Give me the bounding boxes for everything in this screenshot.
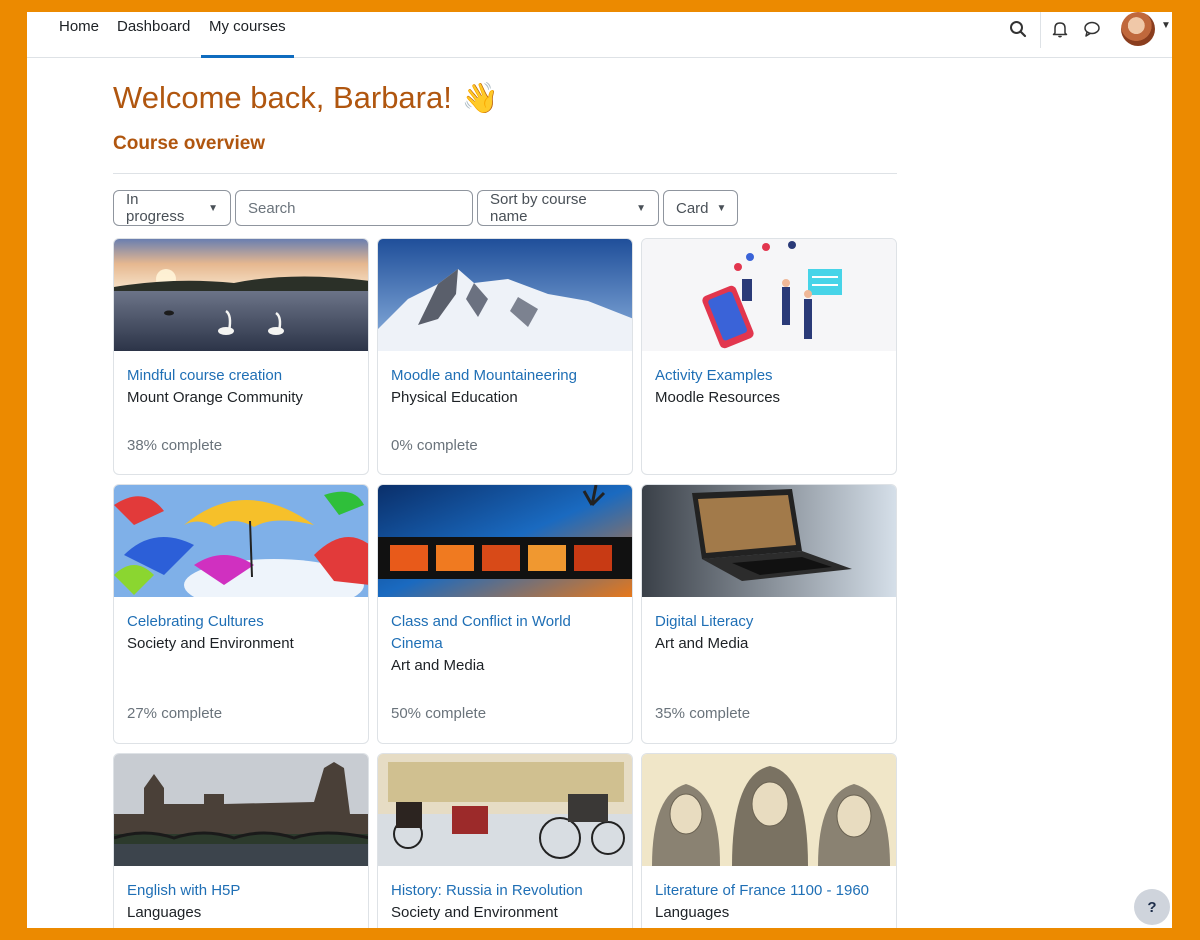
nav-dashboard[interactable]: Dashboard xyxy=(109,12,198,58)
course-progress: 35% complete xyxy=(655,705,751,722)
chevron-down-icon[interactable]: ▼ xyxy=(1161,20,1171,31)
course-category: Languages xyxy=(127,904,202,921)
course-progress: 0% complete xyxy=(391,437,478,454)
top-navbar: Home Dashboard My courses ▼ xyxy=(27,12,1172,58)
search-icon[interactable] xyxy=(1007,18,1029,40)
course-category: Art and Media xyxy=(655,635,749,652)
chevron-down-icon: ▼ xyxy=(208,202,218,214)
course-category: Society and Environment xyxy=(127,635,294,652)
course-category: Moodle Resources xyxy=(655,389,781,406)
nav-home[interactable]: Home xyxy=(51,12,107,58)
course-image-london[interactable] xyxy=(114,754,368,866)
course-title[interactable]: History: Russia in Revolution xyxy=(391,880,616,902)
page-title: Welcome back, Barbara! 👋 xyxy=(113,80,499,116)
course-card[interactable]: Celebrating Cultures Society and Environ… xyxy=(113,484,369,744)
course-progress: 50% complete xyxy=(391,705,487,722)
course-category: Art and Media xyxy=(391,657,485,674)
sort-label: Sort by course name xyxy=(490,191,587,225)
course-card[interactable]: Mindful course creation Mount Orange Com… xyxy=(113,238,369,475)
avatar[interactable] xyxy=(1121,12,1155,46)
course-image-activity-illustration[interactable] xyxy=(642,239,896,351)
course-image-carriage[interactable] xyxy=(378,754,632,866)
course-title[interactable]: Mindful course creation xyxy=(127,365,352,387)
course-title[interactable]: Activity Examples xyxy=(655,365,880,387)
course-title[interactable]: English with H5P xyxy=(127,880,352,902)
course-title[interactable]: Digital Literacy xyxy=(655,611,880,633)
waving-hand-icon: 👋 xyxy=(461,81,500,115)
status-filter-label: In progress xyxy=(126,191,185,225)
course-image-umbrellas[interactable] xyxy=(114,485,368,597)
course-card[interactable]: Activity Examples Moodle Resources xyxy=(641,238,897,475)
help-button[interactable]: ? xyxy=(1134,889,1170,925)
chat-icon[interactable] xyxy=(1081,18,1103,40)
nav-divider xyxy=(1040,12,1041,48)
search-input[interactable] xyxy=(248,199,460,217)
course-category: Languages xyxy=(655,904,730,921)
course-title[interactable]: Celebrating Cultures xyxy=(127,611,352,633)
course-progress: 38% complete xyxy=(127,437,223,454)
course-card[interactable]: Moodle and Mountaineering Physical Educa… xyxy=(377,238,633,475)
status-filter-dropdown[interactable]: In progress ▼ xyxy=(113,190,231,226)
course-card[interactable]: Literature of France 1100 - 1960 Languag… xyxy=(641,753,897,928)
course-card[interactable]: Class and Conflict in World Cinema Art a… xyxy=(377,484,633,744)
page-frame: Home Dashboard My courses ▼ Welcome back… xyxy=(27,12,1172,928)
course-title[interactable]: Moodle and Mountaineering xyxy=(391,365,616,387)
course-progress: 27% complete xyxy=(127,705,223,722)
course-card[interactable]: English with H5P Languages xyxy=(113,753,369,928)
course-image-portraits[interactable] xyxy=(642,754,896,866)
course-image-film-strip[interactable] xyxy=(378,485,632,597)
course-title[interactable]: Literature of France 1100 - 1960 xyxy=(655,880,880,902)
course-image-lake-swans[interactable] xyxy=(114,239,368,351)
sort-dropdown[interactable]: Sort by course name ▼ xyxy=(477,190,659,226)
course-image-mountain[interactable] xyxy=(378,239,632,351)
section-title: Course overview xyxy=(113,133,266,154)
course-image-laptop[interactable] xyxy=(642,485,896,597)
search-field[interactable] xyxy=(235,190,473,226)
welcome-text: Welcome back, Barbara! xyxy=(113,80,452,115)
chevron-down-icon: ▼ xyxy=(716,202,727,214)
course-category: Mount Orange Community xyxy=(127,389,303,406)
course-title[interactable]: Class and Conflict in World Cinema xyxy=(391,611,616,655)
bell-icon[interactable] xyxy=(1049,18,1071,40)
course-category: Society and Environment xyxy=(391,904,558,921)
view-label: Card xyxy=(676,199,709,217)
chevron-down-icon: ▼ xyxy=(636,202,646,214)
nav-my-courses[interactable]: My courses xyxy=(201,12,294,58)
view-dropdown[interactable]: Card ▼ xyxy=(663,190,738,226)
course-category: Physical Education xyxy=(391,389,518,406)
course-card[interactable]: History: Russia in Revolution Society an… xyxy=(377,753,633,928)
course-card[interactable]: Digital Literacy Art and Media 35% compl… xyxy=(641,484,897,744)
divider xyxy=(113,173,897,174)
